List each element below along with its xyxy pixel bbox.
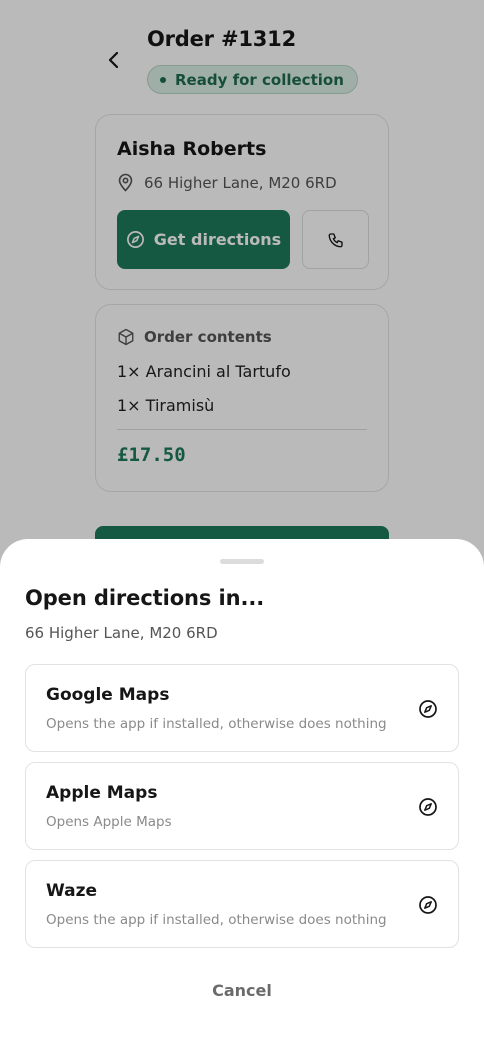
option-title: Google Maps bbox=[46, 685, 170, 705]
option-title: Apple Maps bbox=[46, 783, 158, 803]
compass-icon bbox=[417, 894, 439, 916]
sheet-grabber[interactable] bbox=[220, 559, 264, 564]
option-description: Opens the app if installed, otherwise do… bbox=[46, 912, 387, 928]
option-description: Opens the app if installed, otherwise do… bbox=[46, 716, 387, 732]
sheet-title: Open directions in... bbox=[25, 586, 265, 610]
cancel-button[interactable]: Cancel bbox=[192, 975, 292, 1005]
option-google-maps[interactable]: Google Maps Opens the app if installed, … bbox=[25, 664, 459, 752]
option-description: Opens Apple Maps bbox=[46, 814, 172, 830]
option-apple-maps[interactable]: Apple Maps Opens Apple Maps bbox=[25, 762, 459, 850]
directions-bottom-sheet: Open directions in... 66 Higher Lane, M2… bbox=[0, 539, 484, 1047]
sheet-address: 66 Higher Lane, M20 6RD bbox=[25, 624, 218, 642]
option-waze[interactable]: Waze Opens the app if installed, otherwi… bbox=[25, 860, 459, 948]
compass-icon bbox=[417, 698, 439, 720]
compass-icon bbox=[417, 796, 439, 818]
option-title: Waze bbox=[46, 881, 98, 901]
